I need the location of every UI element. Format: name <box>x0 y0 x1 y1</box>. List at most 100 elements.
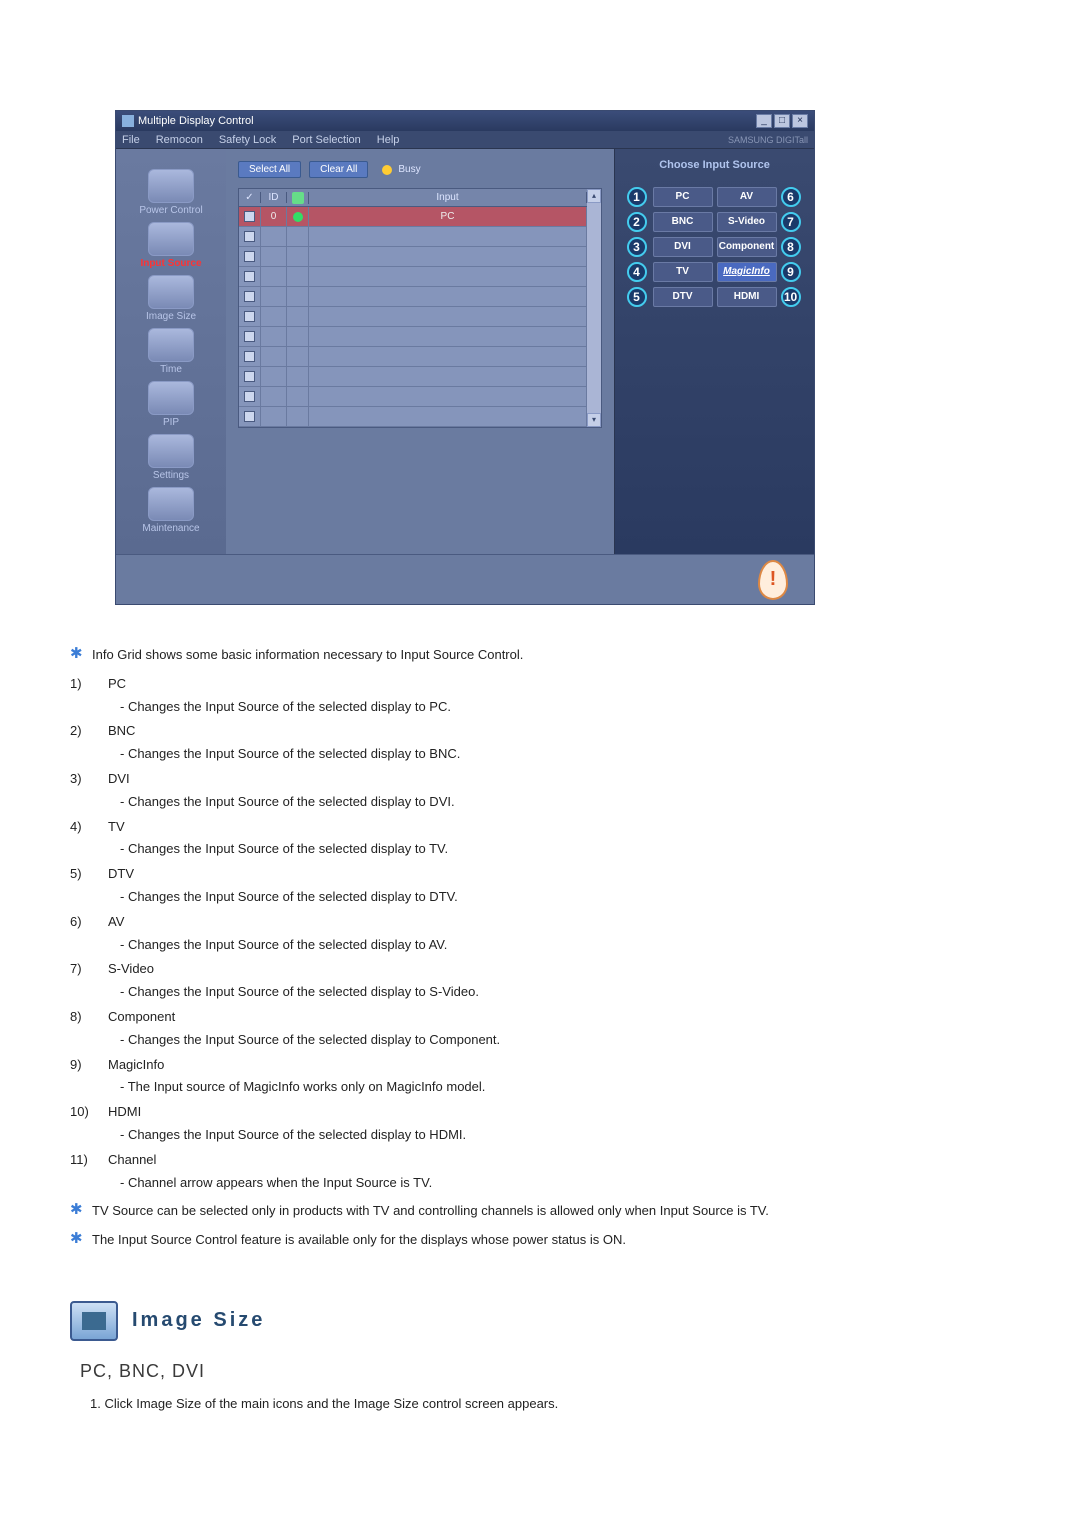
content-area: Select All Clear All Busy ✓ ID Input <box>226 149 614 554</box>
maximize-button[interactable]: □ <box>774 114 790 128</box>
table-row[interactable] <box>239 327 587 347</box>
sidebar-item-input-source[interactable]: Input Source <box>131 222 211 269</box>
sidebar-item-pip[interactable]: PIP <box>131 381 211 428</box>
sidebar-item-settings[interactable]: Settings <box>131 434 211 481</box>
menu-port-selection[interactable]: Port Selection <box>292 134 360 146</box>
item-title: Channel <box>108 1150 156 1171</box>
item-title: S-Video <box>108 959 154 980</box>
item-title: Component <box>108 1007 175 1028</box>
instruction-text: 1. Click Image Size of the main icons an… <box>90 1396 1010 1411</box>
time-icon <box>148 328 194 362</box>
item-title: BNC <box>108 721 135 742</box>
star-icon: ✱ <box>70 1230 82 1251</box>
clear-all-button[interactable]: Clear All <box>309 161 368 178</box>
item-number: 5) <box>70 864 94 885</box>
item-desc: - Changes the Input Source of the select… <box>120 744 1010 765</box>
col-status <box>287 192 309 204</box>
table-row[interactable] <box>239 407 587 427</box>
note-2: The Input Source Control feature is avai… <box>92 1230 1010 1251</box>
row-checkbox[interactable] <box>244 211 255 222</box>
list-item: 3)DVI <box>70 769 1010 790</box>
row-checkbox[interactable] <box>244 411 255 422</box>
maintenance-icon <box>148 487 194 521</box>
table-row[interactable] <box>239 287 587 307</box>
row-checkbox[interactable] <box>244 251 255 262</box>
row-id: 0 <box>261 207 287 226</box>
item-number: 7) <box>70 959 94 980</box>
sidebar-item-image-size[interactable]: Image Size <box>131 275 211 322</box>
table-row[interactable] <box>239 267 587 287</box>
callout-5: 5 <box>627 287 647 307</box>
table-row[interactable] <box>239 367 587 387</box>
row-checkbox[interactable] <box>244 351 255 362</box>
item-desc: - Changes the Input Source of the select… <box>120 887 1010 908</box>
scroll-down-button[interactable]: ▾ <box>587 413 601 427</box>
scrollbar[interactable]: ▴ ▾ <box>587 189 601 427</box>
menu-remocon[interactable]: Remocon <box>156 134 203 146</box>
brand-text: SAMSUNG DIGITall <box>728 135 808 145</box>
source-hdmi-button[interactable]: HDMI <box>717 287 777 307</box>
sidebar-item-time[interactable]: Time <box>131 328 211 375</box>
list-item: 1)PC <box>70 674 1010 695</box>
table-row[interactable] <box>239 227 587 247</box>
table-row[interactable] <box>239 387 587 407</box>
menu-help[interactable]: Help <box>377 134 400 146</box>
minimize-button[interactable]: _ <box>756 114 772 128</box>
app-icon <box>122 115 134 127</box>
item-number: 2) <box>70 721 94 742</box>
source-svideo-button[interactable]: S-Video <box>717 212 777 232</box>
row-input: PC <box>309 207 587 226</box>
table-row[interactable] <box>239 347 587 367</box>
star-icon: ✱ <box>70 645 82 666</box>
row-checkbox[interactable] <box>244 271 255 282</box>
list-item: 11)Channel <box>70 1150 1010 1171</box>
item-number: 3) <box>70 769 94 790</box>
app-window: Multiple Display Control _ □ × File Remo… <box>115 110 815 605</box>
col-id: ID <box>261 192 287 203</box>
select-all-button[interactable]: Select All <box>238 161 301 178</box>
power-icon <box>148 169 194 203</box>
source-bnc-button[interactable]: BNC <box>653 212 713 232</box>
sidebar-item-power-control[interactable]: Power Control <box>131 169 211 216</box>
item-number: 8) <box>70 1007 94 1028</box>
row-checkbox[interactable] <box>244 311 255 322</box>
source-component-button[interactable]: Component <box>717 237 777 257</box>
callout-7: 7 <box>781 212 801 232</box>
source-magicinfo-button[interactable]: MagicInfo <box>717 262 777 282</box>
grid-header: ✓ ID Input <box>239 189 587 207</box>
item-desc: - Changes the Input Source of the select… <box>120 697 1010 718</box>
sidebar-item-maintenance[interactable]: Maintenance <box>131 487 211 534</box>
busy-indicator: Busy <box>382 164 420 175</box>
table-row[interactable] <box>239 307 587 327</box>
item-title: TV <box>108 817 125 838</box>
close-button[interactable]: × <box>792 114 808 128</box>
window-controls: _ □ × <box>756 114 808 128</box>
source-dvi-button[interactable]: DVI <box>653 237 713 257</box>
scroll-up-button[interactable]: ▴ <box>587 189 601 203</box>
star-icon: ✱ <box>70 1201 82 1222</box>
row-checkbox[interactable] <box>244 231 255 242</box>
info-grid: ✓ ID Input 0 PC <box>238 188 602 428</box>
col-input: Input <box>309 192 587 203</box>
source-tv-button[interactable]: TV <box>653 262 713 282</box>
note-1: TV Source can be selected only in produc… <box>92 1201 1010 1222</box>
table-row[interactable] <box>239 247 587 267</box>
item-title: PC <box>108 674 126 695</box>
source-pc-button[interactable]: PC <box>653 187 713 207</box>
callout-2: 2 <box>627 212 647 232</box>
menu-file[interactable]: File <box>122 134 140 146</box>
table-row[interactable]: 0 PC <box>239 207 587 227</box>
list-item: 4)TV <box>70 817 1010 838</box>
col-check[interactable]: ✓ <box>239 192 261 203</box>
item-title: MagicInfo <box>108 1055 164 1076</box>
row-checkbox[interactable] <box>244 291 255 302</box>
source-av-button[interactable]: AV <box>717 187 777 207</box>
menu-safety-lock[interactable]: Safety Lock <box>219 134 276 146</box>
window-title: Multiple Display Control <box>138 115 254 127</box>
row-checkbox[interactable] <box>244 391 255 402</box>
row-checkbox[interactable] <box>244 371 255 382</box>
source-dtv-button[interactable]: DTV <box>653 287 713 307</box>
row-checkbox[interactable] <box>244 331 255 342</box>
item-title: DTV <box>108 864 134 885</box>
settings-icon <box>148 434 194 468</box>
